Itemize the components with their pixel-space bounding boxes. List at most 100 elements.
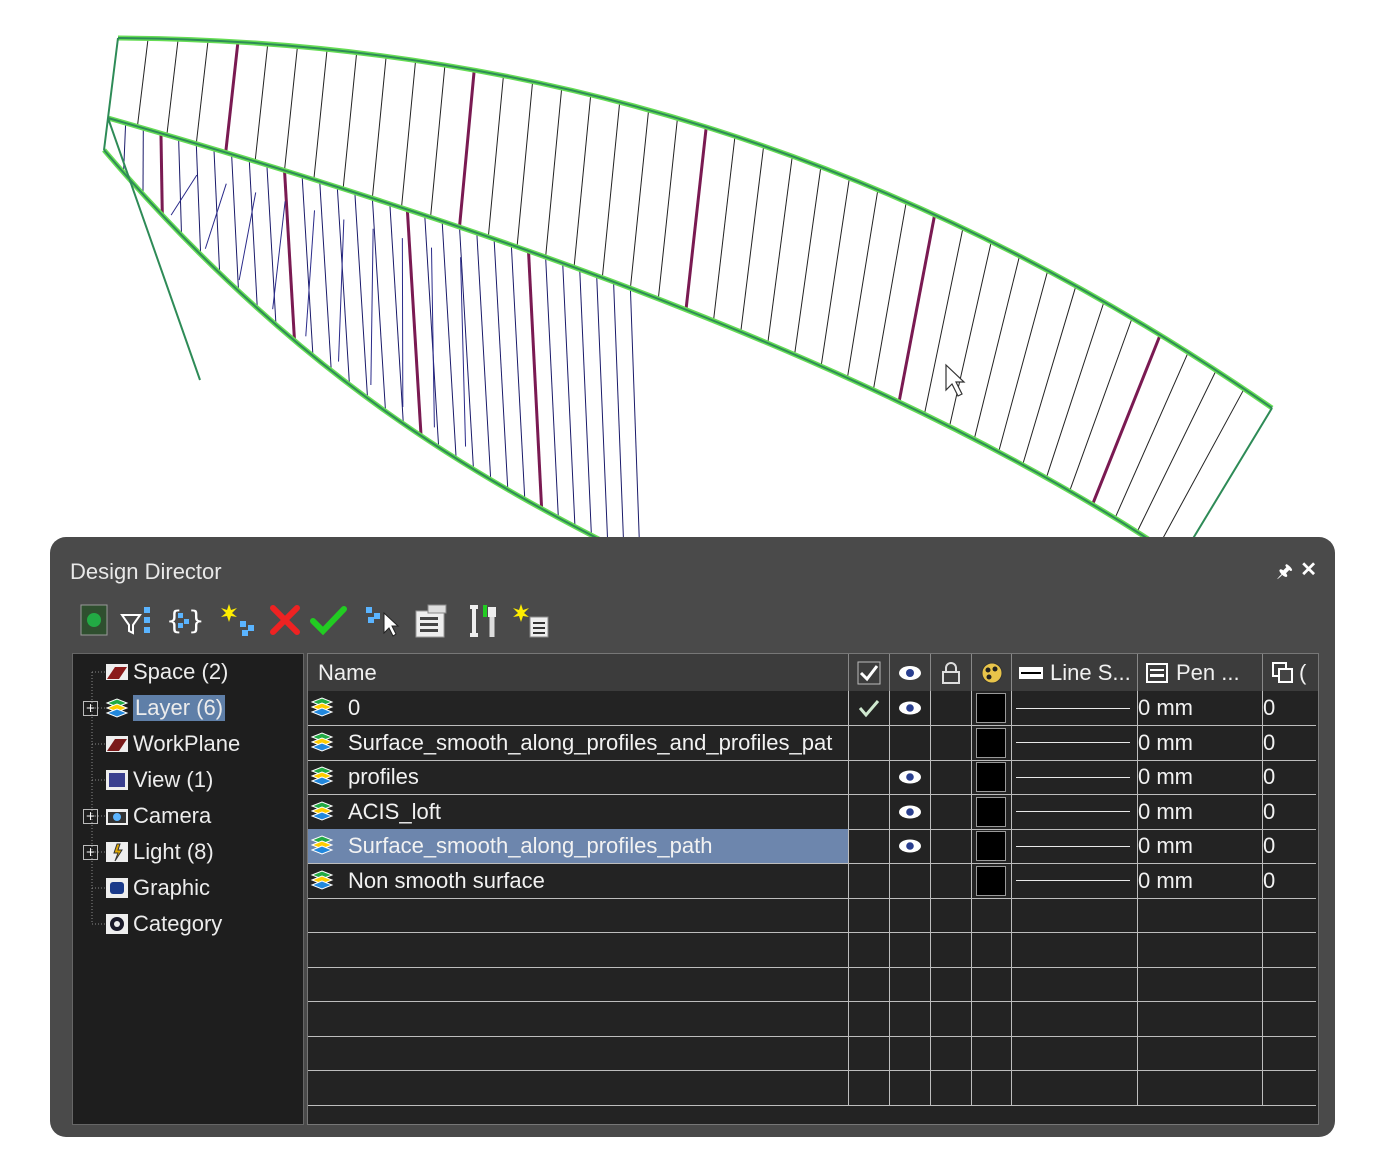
- layer-name-cell[interactable]: Surface_smooth_along_profiles_and_profil…: [308, 725, 849, 760]
- lock-cell[interactable]: [931, 967, 972, 1001]
- lock-cell[interactable]: [931, 1001, 972, 1036]
- eye-icon[interactable]: [890, 654, 931, 691]
- active-cell[interactable]: [849, 898, 890, 932]
- tree-expander[interactable]: +: [83, 809, 98, 824]
- pen-cell[interactable]: [1138, 967, 1263, 1001]
- pen-cell[interactable]: 0 mm: [1138, 863, 1263, 898]
- table-row[interactable]: [308, 932, 1318, 968]
- visibility-cell[interactable]: [890, 967, 931, 1001]
- layer-name-cell[interactable]: [308, 932, 849, 967]
- copy-cell[interactable]: [1263, 933, 1318, 967]
- linestyle-cell[interactable]: [1012, 829, 1138, 863]
- layer-name-cell[interactable]: [308, 1036, 849, 1070]
- visibility-cell[interactable]: [890, 829, 931, 863]
- table-row[interactable]: Surface_smooth_along_profiles_path 0 mm 0: [308, 829, 1316, 864]
- layer-name-cell[interactable]: Non smooth surface: [308, 863, 849, 898]
- tree-item-graphic[interactable]: Graphic: [105, 872, 210, 904]
- pen-cell[interactable]: [1138, 1036, 1263, 1070]
- table-row[interactable]: Surface_smooth_along_profiles_and_profil…: [308, 725, 1318, 761]
- pen-cell[interactable]: 0 mm: [1138, 794, 1263, 829]
- lock-cell[interactable]: [931, 691, 972, 725]
- new-item-icon[interactable]: [512, 603, 549, 638]
- visibility-cell[interactable]: [890, 691, 931, 725]
- layer-name-cell[interactable]: [308, 898, 849, 932]
- pen-cell[interactable]: [1138, 1001, 1263, 1036]
- active-check-icon[interactable]: [849, 654, 890, 691]
- set-active-icon[interactable]: [310, 603, 347, 637]
- pen-cell[interactable]: [1138, 1070, 1263, 1105]
- pin-icon[interactable]: 🖈︎: [1276, 559, 1293, 589]
- table-row[interactable]: ACIS_loft 0 mm 0: [308, 794, 1318, 830]
- layer-toggle-icon[interactable]: [80, 603, 112, 637]
- active-cell[interactable]: [849, 691, 890, 725]
- visibility-cell[interactable]: [890, 725, 931, 760]
- table-row[interactable]: 00 mm 0: [308, 691, 1316, 726]
- layer-name-cell[interactable]: 0: [308, 691, 849, 725]
- copy-cell[interactable]: 0: [1263, 760, 1318, 794]
- lock-cell[interactable]: [931, 1036, 972, 1070]
- linestyle-cell[interactable]: [1012, 1036, 1138, 1070]
- layer-name-cell[interactable]: [308, 1070, 849, 1105]
- tree-item-workplane[interactable]: WorkPlane: [105, 728, 240, 760]
- copy-cell[interactable]: 0: [1263, 864, 1318, 898]
- lock-icon[interactable]: [931, 654, 972, 691]
- copy-cell[interactable]: [1263, 1071, 1318, 1105]
- active-cell[interactable]: [849, 1070, 890, 1105]
- table-row[interactable]: [308, 967, 1316, 1002]
- active-cell[interactable]: [849, 1036, 890, 1070]
- copy-cell[interactable]: 0: [1263, 795, 1318, 829]
- lock-cell[interactable]: [931, 794, 972, 829]
- color-cell[interactable]: [972, 863, 1012, 898]
- table-row[interactable]: Non smooth surface 0 mm 0: [308, 863, 1318, 899]
- column-header-pen[interactable]: Pen ...: [1138, 654, 1263, 691]
- linestyle-cell[interactable]: [1012, 760, 1138, 794]
- layer-name-cell[interactable]: ACIS_loft: [308, 794, 849, 829]
- color-cell[interactable]: [972, 829, 1012, 863]
- active-cell[interactable]: [849, 1001, 890, 1036]
- copy-cell[interactable]: 0: [1263, 829, 1318, 863]
- model-viewport[interactable]: [0, 0, 1379, 563]
- linestyle-cell[interactable]: [1012, 794, 1138, 829]
- lock-cell[interactable]: [931, 829, 972, 863]
- group-select-icon[interactable]: {}: [166, 603, 205, 637]
- select-objects-icon[interactable]: [364, 603, 400, 637]
- lock-cell[interactable]: [931, 725, 972, 760]
- pen-cell[interactable]: 0 mm: [1138, 760, 1263, 794]
- copy-cell[interactable]: [1263, 1002, 1318, 1036]
- linestyle-cell[interactable]: [1012, 1001, 1138, 1036]
- linestyle-cell[interactable]: [1012, 725, 1138, 760]
- lock-cell[interactable]: [931, 1070, 972, 1105]
- layer-name-cell[interactable]: profiles: [308, 760, 849, 794]
- pen-cell[interactable]: 0 mm: [1138, 829, 1263, 863]
- visibility-cell[interactable]: [890, 794, 931, 829]
- tree-item-category[interactable]: Category: [105, 908, 222, 940]
- lock-cell[interactable]: [931, 898, 972, 932]
- active-cell[interactable]: [849, 932, 890, 967]
- active-cell[interactable]: [849, 863, 890, 898]
- new-layer-icon[interactable]: [220, 603, 254, 637]
- tree-expander[interactable]: +: [83, 701, 98, 716]
- visibility-cell[interactable]: [890, 1001, 931, 1036]
- visibility-cell[interactable]: [890, 1036, 931, 1070]
- tree-expander[interactable]: +: [83, 845, 98, 860]
- active-cell[interactable]: [849, 760, 890, 794]
- color-cell[interactable]: [972, 1001, 1012, 1036]
- color-cell[interactable]: [972, 760, 1012, 794]
- color-cell[interactable]: [972, 932, 1012, 967]
- copy-cell[interactable]: 0: [1263, 726, 1318, 760]
- column-header-linestyle[interactable]: Line S...: [1012, 654, 1138, 691]
- copy-cell[interactable]: [1263, 898, 1318, 932]
- pen-cell[interactable]: [1138, 932, 1263, 967]
- color-cell[interactable]: [972, 898, 1012, 932]
- active-cell[interactable]: [849, 829, 890, 863]
- tools-icon[interactable]: [466, 603, 498, 637]
- pen-cell[interactable]: [1138, 898, 1263, 932]
- filter-icon[interactable]: [120, 603, 152, 637]
- table-row[interactable]: profiles 0 mm 0: [308, 760, 1316, 795]
- visibility-cell[interactable]: [890, 863, 931, 898]
- properties-icon[interactable]: [412, 603, 447, 638]
- visibility-cell[interactable]: [890, 760, 931, 794]
- delete-icon[interactable]: [268, 603, 300, 637]
- copy-cell[interactable]: 0: [1263, 691, 1318, 725]
- copy-cell[interactable]: [1263, 967, 1318, 1001]
